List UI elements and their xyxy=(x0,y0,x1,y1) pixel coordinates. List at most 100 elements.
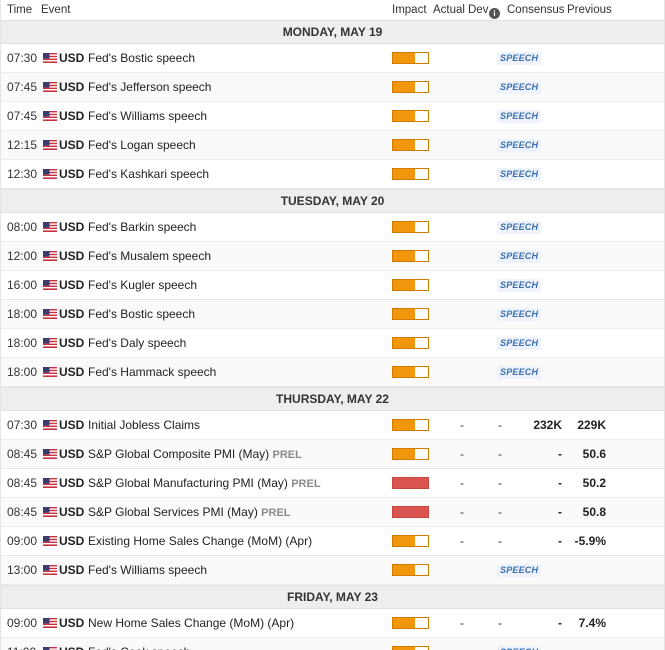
event-time: 07:30 xyxy=(7,51,38,65)
currency-code: USD xyxy=(59,534,85,548)
currency-code: USD xyxy=(59,447,85,461)
event-name-link[interactable]: Initial Jobless Claims xyxy=(88,411,200,439)
consensus-value: - xyxy=(558,447,562,461)
event-time: 07:45 xyxy=(7,109,38,123)
header-previous[interactable]: Previous xyxy=(567,4,612,16)
event-time: 09:00 xyxy=(7,616,38,630)
event-name-link[interactable]: S&P Global Manufacturing PMI (May) PREL xyxy=(88,469,321,497)
prel-badge: PREL xyxy=(291,478,321,490)
speech-tag: SPEECH xyxy=(497,250,542,263)
speech-tag: SPEECH xyxy=(497,110,542,123)
impact-medium-indicator xyxy=(392,564,429,576)
consensus-value: - xyxy=(558,476,562,490)
table-row[interactable]: 08:45 USD S&P Global Services PMI (May) PR… xyxy=(1,498,664,527)
actual-value: - xyxy=(460,476,464,490)
previous-value: 50.6 xyxy=(582,447,606,461)
event-name: S&P Global Manufacturing PMI (May) xyxy=(88,476,288,490)
event-name-link[interactable]: Fed's Hammack speech xyxy=(88,358,216,386)
event-name-link[interactable]: Fed's Bostic speech xyxy=(88,300,195,328)
table-row[interactable]: 16:00 USD Fed's Kugler speech SPEECH xyxy=(1,271,664,300)
event-name: Fed's Williams speech xyxy=(88,109,207,123)
impact-medium-indicator xyxy=(392,448,429,460)
currency-code: USD xyxy=(59,476,85,490)
us-flag-icon xyxy=(43,565,57,575)
us-flag-icon xyxy=(43,536,57,546)
speech-tag: SPEECH xyxy=(497,168,542,181)
event-time: 07:45 xyxy=(7,80,38,94)
us-flag-icon xyxy=(43,53,57,63)
day-header: MONDAY, MAY 19 xyxy=(1,20,664,44)
impact-medium-indicator xyxy=(392,646,429,650)
us-flag-icon xyxy=(43,309,57,319)
table-row[interactable]: 12:30 USD Fed's Kashkari speech SPEECH xyxy=(1,160,664,189)
table-row[interactable]: 07:30 USD Initial Jobless Claims - - 232K 229K xyxy=(1,411,664,440)
deviation-value: - xyxy=(498,476,502,490)
table-row[interactable]: 08:45 USD S&P Global Manufacturing PMI (Ma… xyxy=(1,469,664,498)
event-time: 07:30 xyxy=(7,418,38,432)
event-name-link[interactable]: Fed's Jefferson speech xyxy=(88,73,211,101)
us-flag-icon xyxy=(43,507,57,517)
previous-value: 229K xyxy=(577,418,606,432)
event-time: 12:00 xyxy=(7,249,38,263)
event-name-link[interactable]: Fed's Logan speech xyxy=(88,131,196,159)
event-name-link[interactable]: Fed's Bostic speech xyxy=(88,44,195,72)
header-dev[interactable]: Dev xyxy=(468,4,488,16)
table-row[interactable]: 07:30 USD Fed's Bostic speech SPEECH xyxy=(1,44,664,73)
table-row[interactable]: 18:00 USD Fed's Bostic speech SPEECH xyxy=(1,300,664,329)
speech-tag: SPEECH xyxy=(497,139,542,152)
prel-badge: PREL xyxy=(261,507,291,519)
event-name-link[interactable]: Existing Home Sales Change (MoM) (Apr) xyxy=(88,527,312,555)
event-name-link[interactable]: Fed's Williams speech xyxy=(88,102,207,130)
currency-code: USD xyxy=(59,278,85,292)
table-row[interactable]: 18:00 USD Fed's Daly speech SPEECH xyxy=(1,329,664,358)
event-name-link[interactable]: Fed's Barkin speech xyxy=(88,213,196,241)
event-name-link[interactable]: Fed's Daly speech xyxy=(88,329,186,357)
us-flag-icon xyxy=(43,420,57,430)
table-row[interactable]: 18:00 USD Fed's Hammack speech SPEECH xyxy=(1,358,664,387)
event-time: 13:00 xyxy=(7,563,38,577)
event-name-link[interactable]: New Home Sales Change (MoM) (Apr) xyxy=(88,609,294,637)
header-impact[interactable]: Impact xyxy=(392,4,427,16)
event-name-link[interactable]: Fed's Musalem speech xyxy=(88,242,211,270)
us-flag-icon xyxy=(43,280,57,290)
day-header: TUESDAY, MAY 20 xyxy=(1,189,664,213)
currency-code: USD xyxy=(59,307,85,321)
event-name: S&P Global Services PMI (May) xyxy=(88,505,258,519)
us-flag-icon xyxy=(43,338,57,348)
event-name: Fed's Bostic speech xyxy=(88,51,196,65)
header-time[interactable]: Time xyxy=(7,4,32,16)
event-name: Fed's Cook speech xyxy=(88,645,190,650)
event-name-link[interactable]: Fed's Cook speech xyxy=(88,638,190,650)
header-event[interactable]: Event xyxy=(41,4,70,16)
impact-medium-indicator xyxy=(392,168,429,180)
event-time: 11:00 xyxy=(7,638,36,650)
header-actual[interactable]: Actual xyxy=(433,4,465,16)
impact-medium-indicator xyxy=(392,366,429,378)
table-row[interactable]: 08:00 USD Fed's Barkin speech SPEECH xyxy=(1,213,664,242)
previous-value: 50.8 xyxy=(582,505,606,519)
event-time: 08:45 xyxy=(7,505,38,519)
table-row[interactable]: 07:45 USD Fed's Jefferson speech SPEECH xyxy=(1,73,664,102)
table-row[interactable]: 07:45 USD Fed's Williams speech SPEECH xyxy=(1,102,664,131)
event-name-link[interactable]: Fed's Williams speech xyxy=(88,556,207,584)
event-name-link[interactable]: Fed's Kashkari speech xyxy=(88,160,209,188)
currency-code: USD xyxy=(59,109,85,123)
table-row[interactable]: 12:00 USD Fed's Musalem speech SPEECH xyxy=(1,242,664,271)
event-name-link[interactable]: S&P Global Composite PMI (May) PREL xyxy=(88,440,302,468)
table-row[interactable]: 09:00 USD New Home Sales Change (MoM) (Apr… xyxy=(1,609,664,638)
event-name-link[interactable]: S&P Global Services PMI (May) PREL xyxy=(88,498,291,526)
impact-medium-indicator xyxy=(392,110,429,122)
event-name-link[interactable]: Fed's Kugler speech xyxy=(88,271,197,299)
previous-value: 50.2 xyxy=(582,476,606,490)
event-name: Fed's Jefferson speech xyxy=(88,80,212,94)
us-flag-icon xyxy=(43,478,57,488)
currency-code: USD xyxy=(59,167,85,181)
table-row[interactable]: 12:15 USD Fed's Logan speech SPEECH xyxy=(1,131,664,160)
table-row[interactable]: 08:45 USD S&P Global Composite PMI (May) P… xyxy=(1,440,664,469)
table-row[interactable]: 11:00 USD Fed's Cook speech SPEECH xyxy=(1,638,664,650)
us-flag-icon xyxy=(43,367,57,377)
header-consensus[interactable]: Consensus xyxy=(507,4,565,16)
table-row[interactable]: 13:00 USD Fed's Williams speech SPEECH xyxy=(1,556,664,585)
table-row[interactable]: 09:00 USD Existing Home Sales Change (MoM)… xyxy=(1,527,664,556)
consensus-value: - xyxy=(558,616,562,630)
